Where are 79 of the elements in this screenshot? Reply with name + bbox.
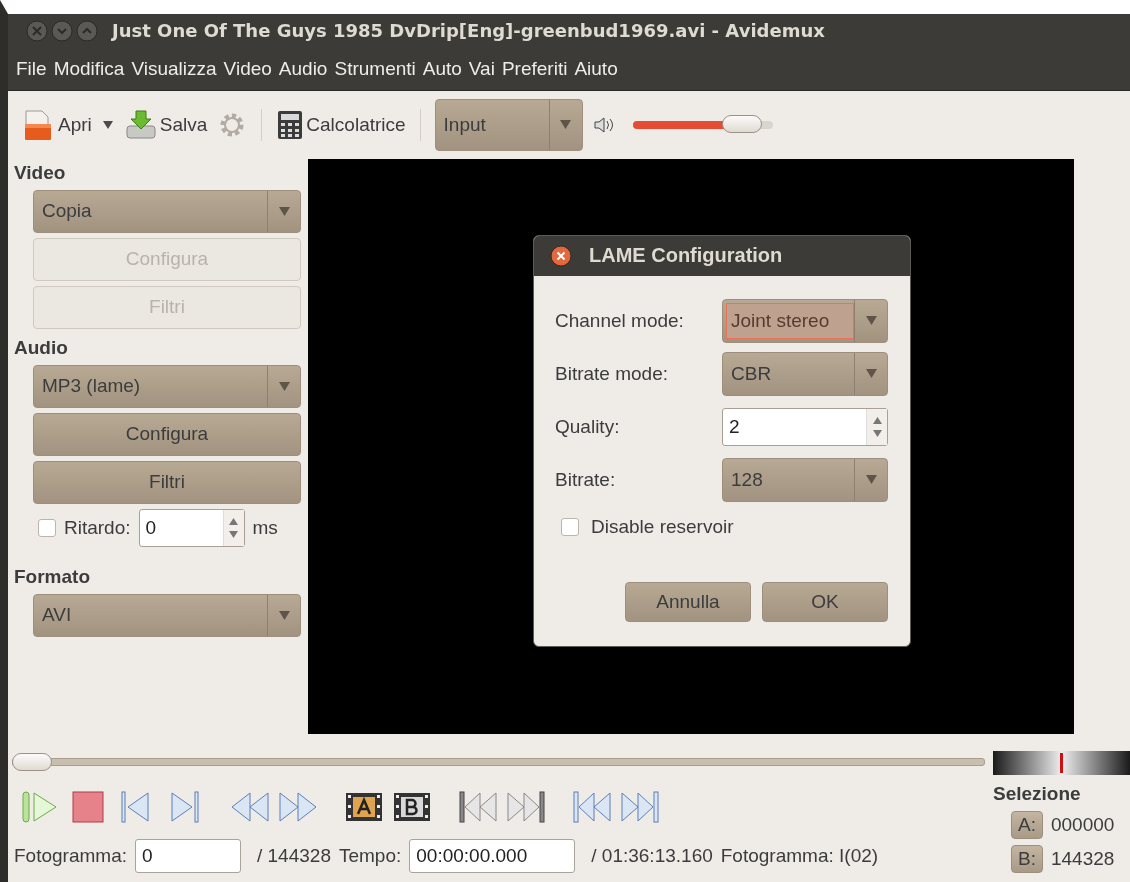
marker-a-button[interactable]: A: — [1011, 811, 1043, 839]
time-field[interactable]: 00:00:00.000 — [409, 839, 576, 873]
first-frame-icon[interactable] — [572, 790, 612, 824]
menu-item[interactable]: Strumenti — [334, 57, 416, 80]
rewind-icon[interactable] — [230, 790, 270, 824]
marker-b-button[interactable]: B: — [1011, 845, 1043, 873]
duration-text: / 01:36:13.160 — [591, 845, 713, 867]
maximize-icon[interactable] — [76, 19, 98, 42]
close-icon[interactable] — [549, 243, 573, 268]
caret-icon — [560, 120, 572, 130]
option-dropdown[interactable]: Joint stereo — [722, 298, 888, 343]
dialog-title: LAME Configuration — [589, 244, 783, 268]
calculator-button[interactable]: Calcolatrice — [276, 109, 406, 140]
fast-forward-icon[interactable] — [278, 790, 318, 824]
spin-arrows-icon[interactable] — [872, 415, 882, 438]
checkbox-label: Disable reservoir — [591, 515, 734, 538]
save-button[interactable]: Salva — [123, 107, 208, 142]
menu-item[interactable]: File — [16, 57, 47, 80]
volume-slider-handle[interactable] — [721, 114, 762, 133]
field-label: Bitrate: — [555, 468, 616, 491]
window-title: Just One Of The Guys 1985 DvDrip[Eng]-greenbud1969.avi - Avidemux — [112, 20, 825, 42]
frame-field[interactable]: 0 — [135, 839, 241, 873]
delay-label: Ritardo: — [64, 516, 131, 539]
download-icon — [123, 107, 158, 142]
view-dropdown[interactable]: Input — [434, 98, 583, 151]
selection-heading: Selezione — [993, 783, 1082, 805]
minimize-icon[interactable] — [51, 19, 73, 42]
position-slider[interactable] — [12, 752, 985, 772]
cancel-button[interactable]: Annulla — [625, 581, 751, 622]
section-heading: Audio — [14, 336, 69, 359]
menu-item[interactable]: Vai — [468, 57, 495, 80]
frame-type-text: Fotogramma: I(02) — [720, 845, 879, 867]
option-dropdown[interactable]: 128 — [722, 457, 888, 502]
delay-checkbox[interactable] — [38, 518, 56, 537]
slider-handle[interactable] — [12, 753, 52, 771]
frame-label: Fotogramma: — [14, 845, 127, 867]
marker-b-value: 144328 — [1050, 848, 1115, 870]
video-codec-dropdown[interactable]: Copia — [33, 189, 301, 233]
section-heading: Formato — [14, 565, 91, 588]
film-b-icon[interactable] — [392, 790, 432, 824]
caret-icon[interactable] — [101, 119, 114, 130]
caret-icon — [865, 369, 877, 379]
quality-spinbox[interactable]: 2 — [722, 407, 888, 446]
caret-icon — [278, 206, 290, 216]
section-heading: Video — [14, 161, 67, 184]
time-label: Tempo: — [338, 845, 402, 867]
last-frame-icon[interactable] — [620, 790, 660, 824]
configure-button[interactable]: Configura — [33, 412, 301, 456]
field-label: Bitrate mode: — [555, 362, 668, 385]
menu-item[interactable]: Aiuto — [574, 57, 618, 80]
jog-wheel[interactable] — [993, 751, 1130, 775]
menu-item[interactable]: Auto — [422, 57, 462, 80]
marker-a-value: 000000 — [1050, 814, 1115, 836]
menu-item[interactable]: Modifica — [53, 57, 125, 80]
caret-icon — [865, 475, 877, 485]
reservoir-checkbox[interactable] — [561, 517, 579, 536]
field-label: Channel mode: — [555, 309, 684, 332]
menu-item[interactable]: Preferiti — [501, 57, 568, 80]
ok-button[interactable]: OK — [762, 581, 888, 622]
film-a-icon[interactable] — [344, 790, 384, 824]
skip-back-icon[interactable] — [458, 790, 498, 824]
delay-spinbox[interactable]: 0 — [138, 508, 245, 547]
spin-arrows-icon[interactable] — [229, 516, 239, 539]
unit-label: ms — [252, 516, 278, 539]
option-dropdown[interactable]: CBR — [722, 351, 888, 396]
menu-item[interactable]: Audio — [278, 57, 328, 80]
caret-icon — [865, 316, 877, 326]
skip-forward-icon[interactable] — [506, 790, 546, 824]
frame-total: / 144328 — [257, 845, 331, 867]
audio-codec-dropdown[interactable]: MP3 (lame) — [33, 364, 301, 408]
caret-icon — [278, 610, 290, 620]
menu-item[interactable]: Video — [223, 57, 272, 80]
format-dropdown[interactable]: AVI — [33, 593, 301, 637]
open-button[interactable]: Apri — [22, 107, 92, 142]
caret-icon — [278, 381, 290, 391]
filters-button[interactable]: Filtri — [33, 460, 301, 504]
menu-item[interactable]: Visualizza — [131, 57, 217, 80]
field-label: Quality: — [555, 415, 620, 438]
calculator-icon — [276, 109, 305, 140]
